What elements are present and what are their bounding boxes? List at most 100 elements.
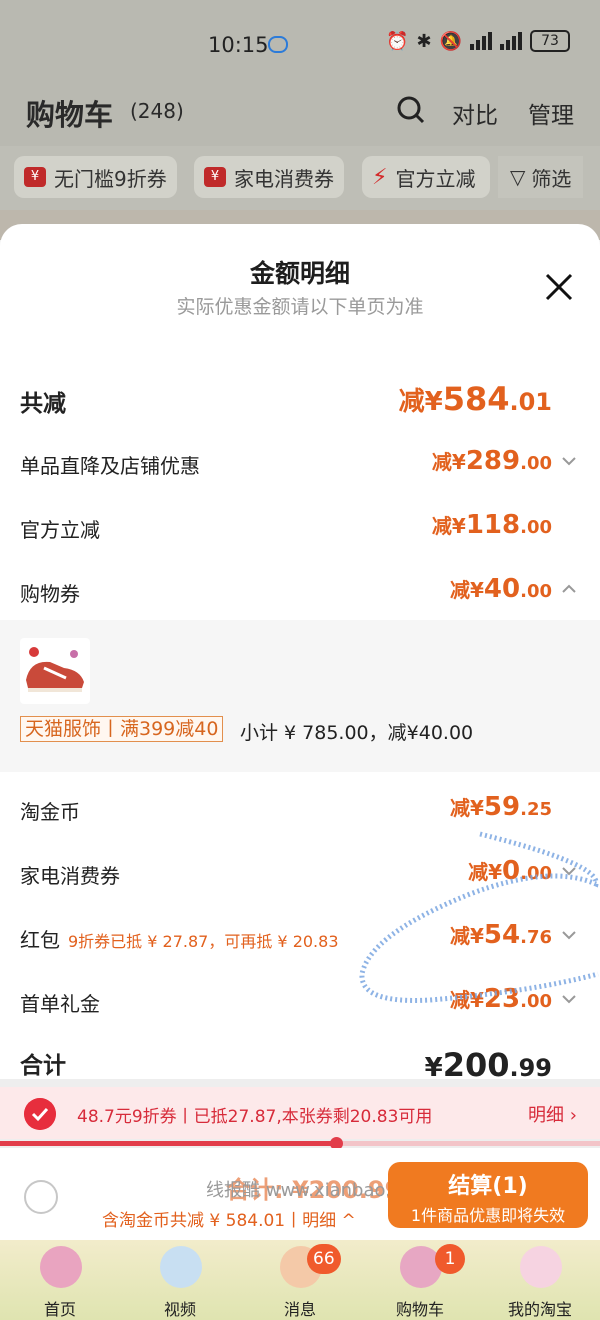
status-icons: ⏰ ✱ 🔕 73 [386,30,570,52]
checkout-button-label: 结算(1) [448,1174,528,1199]
red-packet-note: 9折券已抵 ¥ 27.87，可再抵 ¥ 20.83 [68,932,339,951]
row-amount: 减¥54.76 [450,920,552,950]
row-amount: 减¥23.00 [450,984,552,1014]
total-reduction-row: 共减 减¥584.01 [0,380,600,420]
chip-label: 无门槛9折券 [54,166,167,191]
search-icon[interactable] [397,96,425,124]
voucher-detail-panel: 天猫服饰丨满399减40 小计 ¥ 785.00，减¥40.00 [0,620,600,772]
close-icon[interactable] [544,272,574,302]
profile-icon [520,1246,562,1288]
reduction-row-appliance-coupon[interactable]: 家电消费券 减¥0.00 [0,856,600,896]
row-amount: 减¥0.00 [468,856,552,886]
total-reduction-label: 共减 [20,391,66,417]
chevron-up-icon [562,584,576,593]
chip-label: 家电消费券 [234,166,334,191]
tab-label: 购物车 [395,1300,444,1319]
chevron-down-icon [562,867,576,876]
chip-coupon-90[interactable]: ¥ 无门槛9折券 [14,156,177,198]
tab-label: 我的淘宝 [507,1300,572,1319]
filter-chips: ¥ 无门槛9折券 ¥ 家电消费券 ⚡ 官方立减 ▽ 筛选 [0,146,600,210]
manage-button[interactable]: 管理 [528,96,574,130]
filter-button[interactable]: ▽ 筛选 [498,156,584,198]
bluetooth-icon: ✱ [416,30,432,52]
discount-summary-link[interactable]: 含淘金币共减 ¥ 584.01丨明细 ^ [102,1206,356,1231]
home-icon [40,1246,82,1288]
chat-notification-icon [268,36,288,53]
checkout-button[interactable]: 结算(1) 1件商品优惠即将失效 [388,1162,588,1228]
signal-icon-2 [500,32,522,50]
reduction-row-official: 官方立减 减¥118.00 [0,510,600,550]
product-thumbnail[interactable] [20,638,90,704]
message-count-badge: 66 [307,1244,341,1274]
row-label: 家电消费券 [20,864,120,888]
row-amount: 减¥289.00 [431,446,552,476]
row-amount: 减¥40.00 [450,574,552,604]
tab-label: 视频 [163,1300,196,1319]
amount-detail-sheet: 金额明细 实际优惠金额请以下单页为准 共减 减¥584.01 单品直降及店铺优惠… [0,224,600,1079]
video-icon [160,1246,202,1288]
row-amount: 减¥118.00 [431,510,552,540]
tab-label: 消息 [283,1300,316,1319]
select-all-checkbox[interactable] [24,1180,58,1214]
filter-icon: ▽ [510,165,526,189]
alarm-icon: ⏰ [386,30,409,52]
row-label: 单品直降及店铺优惠 [20,454,200,478]
reduction-row-voucher[interactable]: 购物券 减¥40.00 [0,574,600,614]
row-label: 官方立减 [20,518,100,542]
total-reduction-amount: 减¥584.01 [398,380,552,418]
filter-label: 筛选 [531,166,572,191]
tab-messages[interactable]: 66 消息 [245,1240,355,1320]
grand-total-label: 合计 [20,1053,66,1079]
coupon-progress-fill [0,1141,336,1146]
tab-my-taobao[interactable]: 我的淘宝 [485,1240,595,1320]
shop-promo-tag: 天猫服饰丨满399减40 [20,716,224,742]
chip-official-discount[interactable]: ⚡ 官方立减 [362,156,490,198]
tab-video[interactable]: 视频 [125,1240,235,1320]
sneaker-image [26,647,84,692]
checkout-button-sublabel: 1件商品优惠即将失效 [410,1206,566,1225]
row-label: 淘金币 [20,800,80,824]
grand-total-amount: ¥200.99 [424,1046,552,1079]
status-bar: 10:15 ⏰ ✱ 🔕 73 [0,0,600,80]
checkout-bar: 合计: ¥200.99 线报酷 www.xianbao.fun 含淘金币共减 ¥… [0,1148,600,1240]
coupon-icon: ¥ [24,167,46,187]
sheet-subtitle: 实际优惠金额请以下单页为准 [176,296,424,318]
reduction-row-store[interactable]: 单品直降及店铺优惠 减¥289.00 [0,446,600,486]
reduction-row-coins: 淘金币 减¥59.25 [0,792,600,832]
chevron-down-icon [562,457,576,466]
cart-header: 购物车 (248) 对比 管理 [0,80,600,146]
row-label: 红包 [20,928,60,952]
lightning-icon: ⚡ [372,164,388,190]
cart-count: (248) [130,99,184,123]
chevron-down-icon [562,931,576,940]
shop-subtotal: 小计 ¥ 785.00，减¥40.00 [240,722,474,744]
tab-cart[interactable]: 1 购物车 [365,1240,475,1320]
scrolled-clipped-text [440,328,560,352]
coupon-usage-text: 48.7元9折券丨已抵27.87,本张券剩20.83可用 [77,1107,433,1127]
bottom-tab-bar: 首页 视频 66 消息 1 购物车 我的淘宝 [0,1240,600,1320]
coupon-icon: ¥ [204,167,226,187]
row-label: 购物券 [20,582,80,606]
coupon-usage-bar[interactable]: 48.7元9折券丨已抵27.87,本张券剩20.83可用 明细 › [0,1087,600,1139]
coupon-progress-bar [0,1137,600,1150]
reduction-row-red-packet[interactable]: 红包 9折券已抵 ¥ 27.87，可再抵 ¥ 20.83 减¥54.76 [0,920,600,960]
page-title: 购物车 [26,98,114,132]
row-amount: 减¥59.25 [450,792,552,822]
cart-count-badge: 1 [435,1244,465,1274]
mute-icon: 🔕 [439,30,462,52]
sheet-title: 金额明细 [249,259,350,288]
chevron-down-icon [562,995,576,1004]
chip-appliance-coupon[interactable]: ¥ 家电消费券 [194,156,344,198]
signal-icon [470,32,492,50]
tab-label: 首页 [43,1300,76,1319]
chip-label: 官方立减 [395,166,476,191]
grand-total-row: 合计 ¥200.99 [0,1046,600,1079]
status-time: 10:15 [208,33,269,57]
tab-home[interactable]: 首页 [5,1240,115,1320]
row-label: 首单礼金 [20,992,100,1016]
reduction-row-first-order[interactable]: 首单礼金 减¥23.00 [0,984,600,1024]
coupon-detail-link[interactable]: 明细 › [528,1101,577,1127]
battery-icon: 73 [530,30,570,52]
check-circle-icon[interactable] [24,1098,56,1130]
compare-button[interactable]: 对比 [452,96,498,130]
